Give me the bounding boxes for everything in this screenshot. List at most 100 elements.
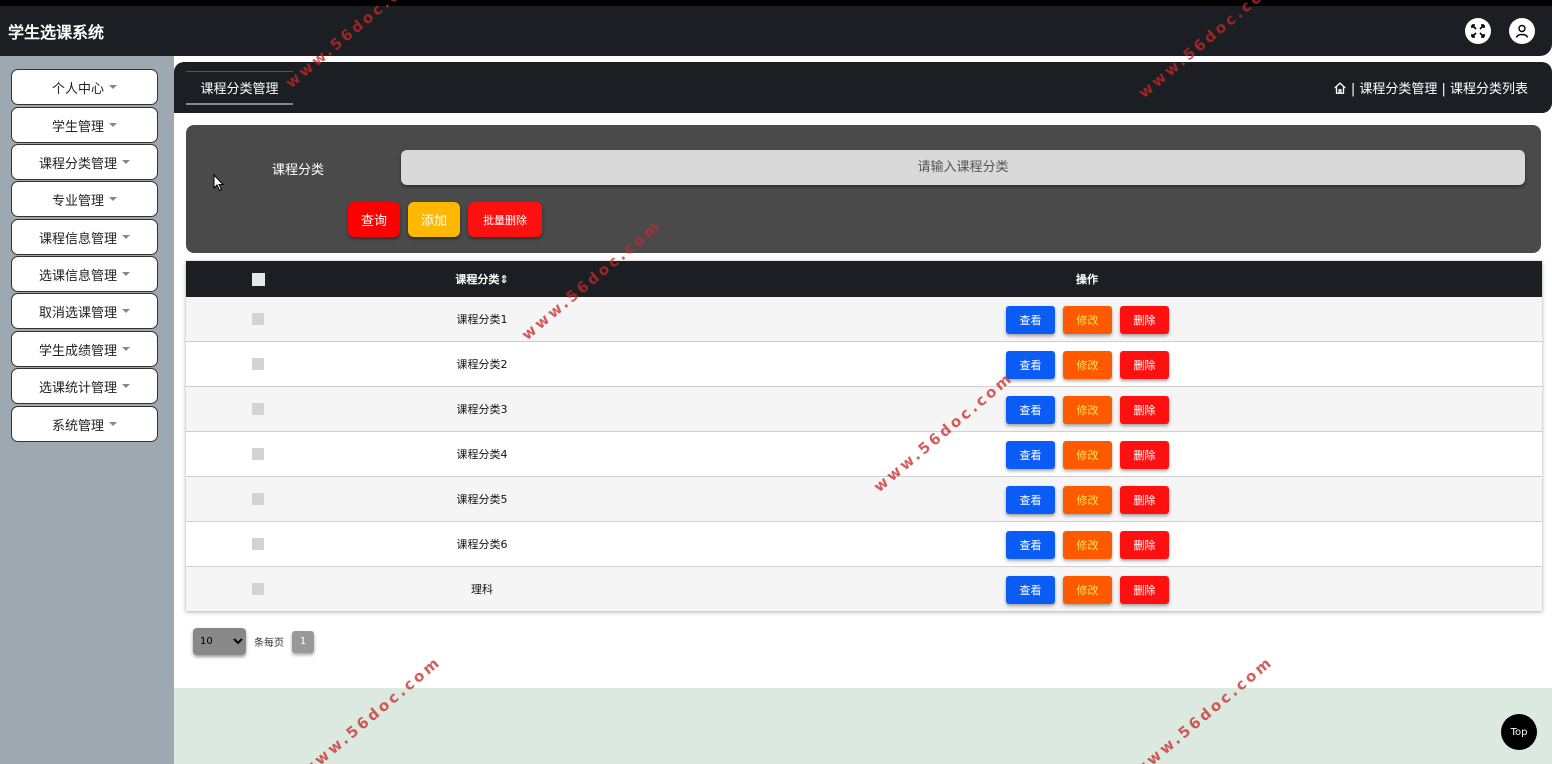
delete-button[interactable]: 删除 — [1120, 351, 1169, 379]
sidebar-item-personal-center[interactable]: 个人中心 — [11, 69, 158, 105]
delete-button[interactable]: 删除 — [1120, 486, 1169, 514]
select-all-checkbox[interactable] — [252, 261, 265, 297]
edit-button[interactable]: 修改 — [1063, 351, 1112, 379]
edit-button[interactable]: 修改 — [1063, 486, 1112, 514]
sidebar-item-label: 课程分类管理 — [38, 156, 117, 172]
row-checkbox[interactable] — [252, 583, 264, 595]
sidebar-item-course-category[interactable]: 课程分类管理 — [11, 144, 158, 180]
user-icon[interactable] — [1509, 18, 1535, 44]
sidebar-item-major[interactable]: 专业管理 — [11, 181, 158, 217]
view-button[interactable]: 查看 — [1006, 306, 1055, 334]
batch-delete-button[interactable]: 批量删除 — [468, 202, 542, 237]
app-title: 学生选课系统 — [8, 23, 105, 42]
chevron-down-icon — [109, 123, 117, 127]
chevron-down-icon — [122, 160, 130, 164]
row-checkbox[interactable] — [252, 358, 264, 370]
table-header: 课程分类 ⇕ 操作 — [186, 261, 1542, 297]
fullscreen-icon[interactable] — [1465, 18, 1491, 44]
chevron-down-icon — [122, 347, 130, 351]
delete-button[interactable]: 删除 — [1120, 576, 1169, 604]
sidebar: 个人中心 学生管理 课程分类管理 专业管理 课程信息管理 选课信息管理 取消选课… — [0, 56, 174, 764]
row-category-name: 课程分类3 — [456, 403, 508, 416]
row-category-name: 课程分类5 — [456, 493, 508, 506]
row-category-name: 课程分类6 — [456, 538, 508, 551]
add-button[interactable]: 添加 — [408, 202, 460, 237]
chevron-down-icon — [122, 384, 130, 388]
search-panel: 课程分类 查询 添加 批量删除 — [186, 125, 1541, 253]
chevron-down-icon — [122, 235, 130, 239]
pagination: 10 条每页 1 — [193, 628, 314, 655]
sidebar-item-selection-stats[interactable]: 选课统计管理 — [11, 368, 158, 404]
sidebar-item-label: 取消选课管理 — [38, 305, 117, 321]
view-button[interactable]: 查看 — [1006, 576, 1055, 604]
sidebar-item-label: 学生管理 — [51, 119, 104, 135]
breadcrumb-path: | 课程分类管理 | 课程分类列表 — [1350, 82, 1528, 97]
breadcrumb: | 课程分类管理 | 课程分类列表 — [1333, 78, 1528, 97]
table-row: 课程分类6 查看 修改 删除 — [186, 522, 1542, 567]
tab-course-category[interactable]: 课程分类管理 — [186, 71, 293, 105]
page-size-select[interactable]: 10 — [193, 628, 246, 655]
view-button[interactable]: 查看 — [1006, 531, 1055, 559]
row-checkbox[interactable] — [252, 493, 264, 505]
sidebar-item-cancel-selection[interactable]: 取消选课管理 — [11, 293, 158, 329]
chevron-down-icon — [109, 422, 117, 426]
edit-button[interactable]: 修改 — [1063, 576, 1112, 604]
row-category-name: 课程分类2 — [456, 358, 508, 371]
view-button[interactable]: 查看 — [1006, 486, 1055, 514]
per-page-label: 条每页 — [254, 638, 284, 649]
row-category-name: 课程分类4 — [456, 448, 508, 461]
sidebar-item-label: 系统管理 — [51, 418, 104, 434]
row-checkbox[interactable] — [252, 448, 264, 460]
table-row: 课程分类5 查看 修改 删除 — [186, 477, 1542, 522]
search-input[interactable] — [401, 150, 1525, 185]
row-checkbox[interactable] — [252, 403, 264, 415]
sidebar-item-label: 课程信息管理 — [38, 231, 117, 247]
delete-button[interactable]: 删除 — [1120, 441, 1169, 469]
column-header-label: 课程分类 — [455, 273, 500, 286]
column-header-category[interactable]: 课程分类 ⇕ — [407, 261, 557, 297]
chevron-down-icon — [109, 197, 117, 201]
page-number-button[interactable]: 1 — [292, 630, 314, 653]
sidebar-item-students[interactable]: 学生管理 — [11, 107, 158, 143]
search-label: 课程分类 — [272, 163, 325, 178]
row-category-name: 理科 — [471, 583, 493, 596]
view-button[interactable]: 查看 — [1006, 396, 1055, 424]
sidebar-item-grades[interactable]: 学生成绩管理 — [11, 331, 158, 367]
chevron-down-icon — [109, 85, 117, 89]
row-checkbox[interactable] — [252, 313, 264, 325]
sidebar-item-label: 专业管理 — [51, 193, 104, 209]
sidebar-item-course-info[interactable]: 课程信息管理 — [11, 219, 158, 255]
sidebar-item-label: 个人中心 — [51, 81, 104, 97]
sort-icon: ⇕ — [499, 272, 509, 286]
table-row: 课程分类1 查看 修改 删除 — [186, 297, 1542, 342]
table-row: 课程分类3 查看 修改 删除 — [186, 387, 1542, 432]
chevron-down-icon — [122, 272, 130, 276]
top-navbar: 学生选课系统 — [0, 6, 1552, 56]
table-row: 课程分类2 查看 修改 删除 — [186, 342, 1542, 387]
edit-button[interactable]: 修改 — [1063, 396, 1112, 424]
sidebar-item-label: 选课统计管理 — [38, 380, 117, 396]
table-row: 课程分类4 查看 修改 删除 — [186, 432, 1542, 477]
data-table: 课程分类 ⇕ 操作 课程分类1 查看 修改 删除 课程分类2 查看 修改 删除 课… — [186, 261, 1542, 612]
view-button[interactable]: 查看 — [1006, 351, 1055, 379]
column-header-actions: 操作 — [1076, 273, 1098, 286]
delete-button[interactable]: 删除 — [1120, 306, 1169, 334]
tab-bar: 课程分类管理 | 课程分类管理 | 课程分类列表 — [174, 62, 1552, 113]
view-button[interactable]: 查看 — [1006, 441, 1055, 469]
chevron-down-icon — [122, 309, 130, 313]
table-row: 理科 查看 修改 删除 — [186, 567, 1542, 612]
query-button[interactable]: 查询 — [348, 202, 400, 237]
home-icon[interactable] — [1333, 81, 1347, 95]
back-to-top-button[interactable]: Top — [1501, 714, 1537, 750]
sidebar-item-system[interactable]: 系统管理 — [11, 406, 158, 442]
row-checkbox[interactable] — [252, 538, 264, 550]
delete-button[interactable]: 删除 — [1120, 531, 1169, 559]
delete-button[interactable]: 删除 — [1120, 396, 1169, 424]
mouse-cursor-icon — [213, 174, 225, 192]
sidebar-item-label: 选课信息管理 — [38, 268, 117, 284]
edit-button[interactable]: 修改 — [1063, 441, 1112, 469]
edit-button[interactable]: 修改 — [1063, 306, 1112, 334]
sidebar-item-selection-info[interactable]: 选课信息管理 — [11, 256, 158, 292]
edit-button[interactable]: 修改 — [1063, 531, 1112, 559]
sidebar-item-label: 学生成绩管理 — [38, 343, 117, 359]
